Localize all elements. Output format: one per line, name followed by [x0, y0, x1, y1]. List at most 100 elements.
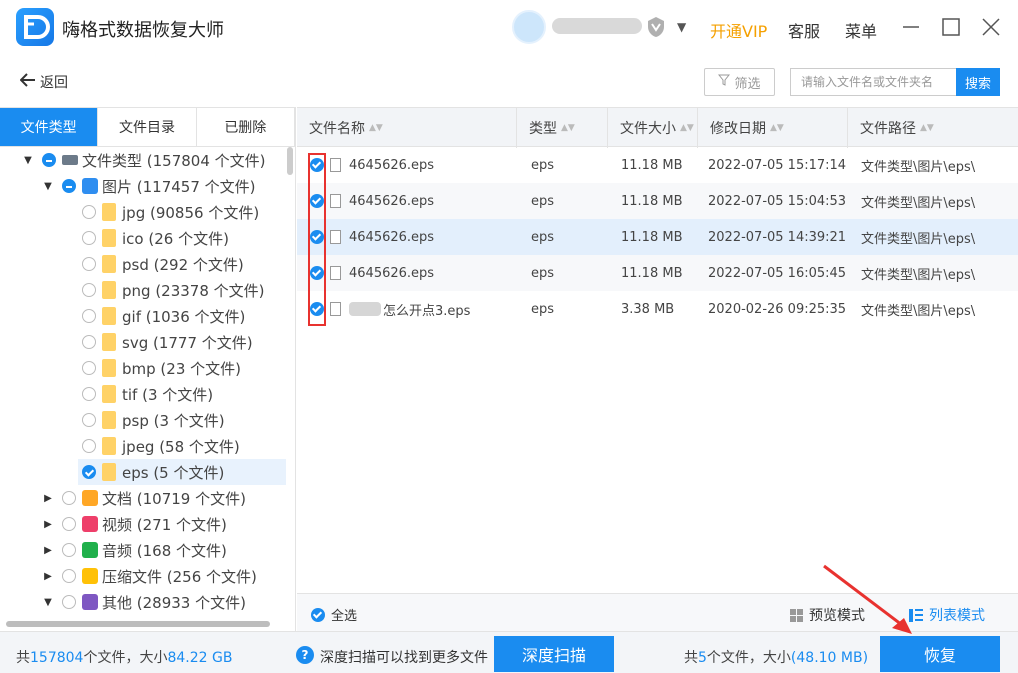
- file-date-cell: 2022-07-05 15:04:53: [708, 193, 847, 209]
- tree-node-ico[interactable]: ico (26 个文件): [82, 225, 229, 251]
- folder-icon: [102, 307, 116, 325]
- service-link[interactable]: 客服: [788, 18, 820, 42]
- filter-button[interactable]: 筛选: [704, 68, 775, 96]
- search-button[interactable]: 搜索: [956, 68, 1000, 96]
- tree-checkbox[interactable]: [82, 387, 96, 401]
- table-row[interactable]: 4645626.eps eps 11.18 MB 2022-07-05 15:0…: [297, 183, 1018, 219]
- tab-file-directory[interactable]: 文件目录: [98, 108, 197, 146]
- account-dropdown-icon[interactable]: ▼: [677, 20, 686, 34]
- column-header-path[interactable]: 文件路径 ▲▼: [848, 108, 1018, 148]
- tree-node-documents[interactable]: ▶ 文档 (10719 个文件): [42, 485, 246, 511]
- column-label: 文件路径: [860, 121, 916, 137]
- audio-icon: [82, 542, 98, 558]
- file-name-cell: 4645626.eps: [330, 255, 434, 291]
- tree-node-bmp[interactable]: bmp (23 个文件): [82, 355, 241, 381]
- tree-node-other[interactable]: ▼ 其他 (28933 个文件): [42, 589, 246, 615]
- preview-mode-button[interactable]: 预览模式: [790, 605, 865, 625]
- tree-checkbox[interactable]: [82, 465, 96, 479]
- file-size-cell: 11.18 MB: [621, 265, 683, 281]
- search-input[interactable]: [790, 68, 956, 96]
- column-header-date[interactable]: 修改日期 ▲▼: [698, 108, 848, 148]
- expand-arrow-icon[interactable]: ▶: [42, 493, 54, 504]
- tree-node-audio[interactable]: ▶ 音频 (168 个文件): [42, 537, 227, 563]
- toolbar: 返回 筛选 搜索: [0, 56, 1018, 106]
- column-header-type[interactable]: 类型 ▲▼: [517, 108, 608, 148]
- tree-vertical-scrollbar[interactable]: [287, 147, 293, 175]
- tree-node-archives[interactable]: ▶ 压缩文件 (256 个文件): [42, 563, 257, 589]
- minimize-icon[interactable]: [896, 12, 926, 42]
- tree-node-images[interactable]: ▼ 图片 (117457 个文件): [42, 173, 255, 199]
- tree-checkbox[interactable]: [62, 569, 76, 583]
- file-size-cell: 11.18 MB: [621, 193, 683, 209]
- total-files-summary: 共157804个文件，大小84.22 GB: [16, 647, 232, 667]
- tree-checkbox[interactable]: [62, 543, 76, 557]
- tree-checkbox[interactable]: [82, 205, 96, 219]
- expand-arrow-icon[interactable]: ▼: [42, 597, 54, 608]
- tab-deleted[interactable]: 已删除: [196, 108, 295, 146]
- column-header-name[interactable]: 文件名称 ▲▼: [297, 108, 517, 148]
- preview-mode-label: 预览模式: [809, 608, 865, 624]
- expand-arrow-icon[interactable]: ▼: [22, 155, 34, 166]
- tree-checkbox[interactable]: [82, 335, 96, 349]
- tree-checkbox[interactable]: [62, 517, 76, 531]
- sort-icon: ▲▼: [561, 123, 575, 133]
- tree-node-eps[interactable]: eps (5 个文件): [78, 459, 286, 485]
- select-all-checkbox[interactable]: 全选: [311, 605, 357, 624]
- tab-file-type[interactable]: 文件类型: [0, 108, 99, 146]
- table-row[interactable]: 怎么开点3.eps eps 3.38 MB 2020-02-26 09:25:3…: [297, 291, 1018, 327]
- expand-arrow-icon[interactable]: ▶: [42, 571, 54, 582]
- menu-link[interactable]: 菜单: [845, 18, 877, 42]
- tree-node-svg[interactable]: svg (1777 个文件): [82, 329, 253, 355]
- expand-arrow-icon[interactable]: ▶: [42, 545, 54, 556]
- back-button[interactable]: 返回: [19, 72, 68, 92]
- back-arrow-icon: [19, 73, 36, 91]
- tree-checkbox[interactable]: [82, 231, 96, 245]
- expand-arrow-icon[interactable]: ▼: [42, 181, 54, 192]
- tree-checkbox[interactable]: [62, 179, 76, 193]
- tree-node-gif[interactable]: gif (1036 个文件): [82, 303, 245, 329]
- tree-checkbox[interactable]: [82, 413, 96, 427]
- file-path-cell: 文件类型\图片\eps\: [861, 195, 976, 211]
- tree-checkbox[interactable]: [82, 439, 96, 453]
- tree-checkbox[interactable]: [82, 257, 96, 271]
- expand-arrow-icon[interactable]: ▶: [42, 519, 54, 530]
- tree-checkbox[interactable]: [42, 153, 56, 167]
- help-icon[interactable]: ?: [296, 646, 314, 664]
- app-logo: [16, 8, 54, 46]
- deep-scan-button[interactable]: 深度扫描: [494, 636, 614, 672]
- tree-node-tif[interactable]: tif (3 个文件): [82, 381, 213, 407]
- table-row[interactable]: 4645626.eps eps 11.18 MB 2022-07-05 14:3…: [297, 219, 1018, 255]
- column-header-size[interactable]: 文件大小 ▲▼: [608, 108, 698, 148]
- sort-icon: ▲▼: [369, 123, 383, 133]
- tree-node-psd[interactable]: psd (292 个文件): [82, 251, 244, 277]
- folder-icon: [102, 281, 116, 299]
- tree-node-jpeg[interactable]: jpeg (58 个文件): [82, 433, 240, 459]
- maximize-icon[interactable]: [936, 12, 966, 42]
- tree-node-videos[interactable]: ▶ 视频 (271 个文件): [42, 511, 227, 537]
- tree-node-png[interactable]: png (23378 个文件): [82, 277, 265, 303]
- tree-node-psp[interactable]: psp (3 个文件): [82, 407, 225, 433]
- file-list-panel: 文件名称 ▲▼ 类型 ▲▼ 文件大小 ▲▼ 修改日期 ▲▼ 文件路径 ▲▼ 4645626…: [297, 107, 1018, 631]
- close-icon[interactable]: [976, 12, 1006, 42]
- file-name-cell: 4645626.eps: [330, 147, 434, 183]
- tree-checkbox[interactable]: [82, 361, 96, 375]
- tree-checkbox[interactable]: [82, 309, 96, 323]
- file-type-cell: eps: [531, 157, 555, 173]
- recover-button[interactable]: 恢复: [880, 636, 1000, 672]
- table-row[interactable]: 4645626.eps eps 11.18 MB 2022-07-05 16:0…: [297, 255, 1018, 291]
- avatar[interactable]: [512, 10, 546, 44]
- vip-link[interactable]: 开通VIP: [710, 18, 767, 42]
- tree-horizontal-scrollbar[interactable]: [6, 621, 270, 627]
- tree-checkbox[interactable]: [62, 491, 76, 505]
- list-mode-button[interactable]: 列表模式: [909, 605, 985, 625]
- tree-label: psd (292 个文件): [122, 255, 244, 274]
- file-name-cell: 4645626.eps: [330, 183, 434, 219]
- table-row[interactable]: 4645626.eps eps 11.18 MB 2022-07-05 15:1…: [297, 147, 1018, 183]
- tree-node-jpg[interactable]: jpg (90856 个文件): [82, 199, 259, 225]
- grid-icon: [790, 608, 803, 622]
- tree-checkbox[interactable]: [82, 283, 96, 297]
- tree-checkbox[interactable]: [62, 595, 76, 609]
- sort-icon: ▲▼: [770, 123, 784, 133]
- back-label: 返回: [40, 75, 68, 91]
- tree-node-root[interactable]: ▼ 文件类型 (157804 个文件): [22, 147, 265, 173]
